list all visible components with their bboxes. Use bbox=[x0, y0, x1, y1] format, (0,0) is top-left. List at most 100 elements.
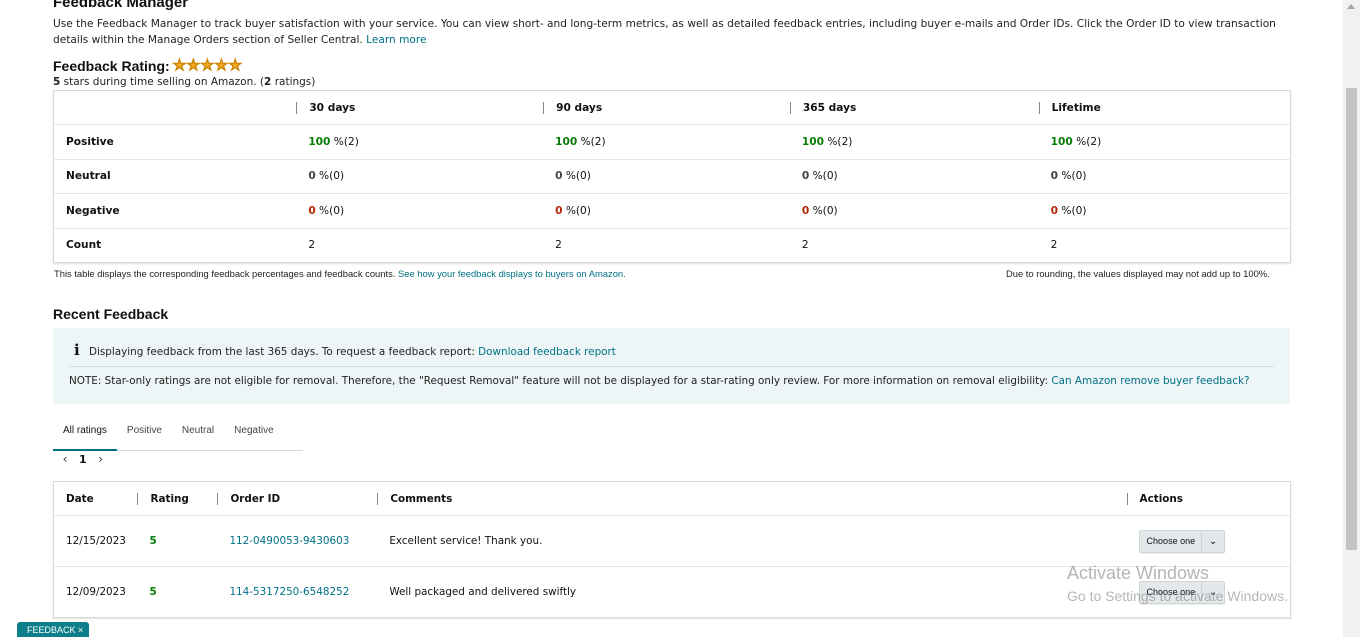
col-comments: Comments bbox=[377, 482, 1126, 516]
order-id-link[interactable]: 114-5317250-6548252 bbox=[229, 586, 349, 598]
order-id-cell: 112-0490053-9430603 bbox=[217, 515, 378, 567]
info-text: Displaying feedback from the last 365 da… bbox=[89, 346, 475, 358]
feedback-tab-button[interactable]: FEEDBACK × bbox=[17, 622, 90, 637]
metrics-row-negative: Negative 0 %(0) 0 %(0) 0 %(0) 0 %(0) bbox=[53, 193, 1291, 228]
activate-windows-subtitle: Go to Settings to activate Windows. bbox=[1067, 588, 1288, 604]
col-rating-label: Rating bbox=[137, 492, 217, 505]
tab-positive[interactable]: Positive bbox=[117, 413, 172, 451]
chevron-down-icon: ⌄ bbox=[1208, 535, 1218, 547]
feedback-rating-heading: Feedback Rating: ★ ★ ★ ★ ★ bbox=[53, 58, 242, 74]
col-date-label: Date bbox=[66, 492, 94, 505]
tab-all-ratings[interactable]: All ratings bbox=[53, 413, 117, 451]
page-title: Feedback Manager bbox=[53, 0, 189, 11]
metrics-cell: 0 %(0) bbox=[789, 193, 1039, 228]
feedback-rating: 5 bbox=[137, 566, 218, 618]
page-number[interactable]: 1 bbox=[79, 453, 87, 466]
metrics-row-label: Negative bbox=[53, 193, 297, 228]
feedback-comment: Excellent service! Thank you. bbox=[377, 515, 1127, 567]
col-order-label: Order ID bbox=[217, 492, 377, 505]
metrics-cell: 2 bbox=[789, 227, 1039, 263]
metrics-count: %(2) bbox=[1072, 135, 1102, 148]
rating-summary: 5 stars during time selling on Amazon. (… bbox=[53, 76, 315, 88]
scroll-up-arrow-icon[interactable] bbox=[1347, 4, 1355, 9]
vertical-scrollbar[interactable] bbox=[1343, 0, 1360, 637]
feedback-date: 12/09/2023 bbox=[53, 566, 138, 618]
metrics-count: %(0) bbox=[1058, 204, 1087, 217]
info-icon: i bbox=[74, 341, 80, 359]
feedback-metrics-table: 30 days 90 days 365 days Lifetime Positi… bbox=[53, 90, 1291, 263]
star-icon: ★ bbox=[214, 57, 229, 74]
info-divider bbox=[69, 366, 1274, 367]
col-rating: Rating bbox=[137, 482, 217, 516]
intro-body: Use the Feedback Manager to track buyer … bbox=[53, 18, 1276, 46]
actions-dropdown[interactable]: Choose one ⌄ bbox=[1138, 529, 1226, 553]
metrics-count: %(0) bbox=[315, 204, 345, 217]
metrics-cell: 2 bbox=[1038, 227, 1291, 263]
metrics-col-90: 90 days bbox=[543, 91, 790, 125]
metrics-cell: 0 %(0) bbox=[543, 158, 790, 194]
intro-text: Use the Feedback Manager to track buyer … bbox=[53, 17, 1293, 48]
buyer-display-link[interactable]: See how your feedback displays to buyers… bbox=[398, 268, 626, 279]
metrics-count: %(0) bbox=[809, 170, 838, 183]
col-comments-label: Comments bbox=[377, 492, 1126, 505]
metrics-col-label: 90 days bbox=[543, 101, 790, 114]
star-icon: ★ bbox=[228, 57, 242, 74]
stars-text: stars during time selling on Amazon. ( bbox=[60, 76, 265, 88]
metrics-count: %(0) bbox=[809, 204, 838, 217]
metrics-pct: 0 bbox=[308, 204, 316, 217]
chevron-right-icon[interactable]: › bbox=[94, 452, 108, 466]
metrics-count: %(0) bbox=[562, 204, 591, 217]
metrics-row-neutral: Neutral 0 %(0) 0 %(0) 0 %(0) 0 %(0) bbox=[53, 158, 1291, 194]
rounding-note: Due to rounding, the values displayed ma… bbox=[1006, 268, 1270, 279]
metrics-pct: 0 bbox=[308, 170, 316, 183]
metrics-cell: 0 %(0) bbox=[296, 158, 544, 194]
rating-filter-tabs: All ratings Positive Neutral Negative bbox=[53, 413, 303, 451]
learn-more-link[interactable]: Learn more bbox=[366, 34, 426, 46]
metrics-pct: 100 bbox=[801, 135, 824, 148]
col-order-id: Order ID bbox=[217, 482, 377, 516]
metrics-col-30: 30 days bbox=[296, 91, 543, 125]
metrics-pct: 100 bbox=[1050, 135, 1073, 148]
metrics-row-count: Count 2 2 2 2 bbox=[53, 227, 1291, 263]
ratings-suffix: ratings) bbox=[271, 76, 316, 88]
metrics-row-label: Neutral bbox=[53, 158, 297, 194]
order-id-link[interactable]: 112-0490053-9430603 bbox=[229, 535, 349, 547]
col-actions-label: Actions bbox=[1126, 492, 1290, 505]
metrics-count: %(0) bbox=[315, 170, 345, 183]
actions-cell: Choose one ⌄ bbox=[1126, 515, 1291, 567]
metrics-cell: 100 %(2) bbox=[296, 124, 544, 159]
metrics-cell: 100 %(2) bbox=[1038, 124, 1291, 159]
metrics-col-label: 365 days bbox=[789, 101, 1039, 114]
metrics-note-text: This table displays the corresponding fe… bbox=[54, 268, 396, 279]
actions-dropdown-label: Choose one bbox=[1140, 530, 1203, 552]
metrics-cell: 100 %(2) bbox=[789, 124, 1039, 159]
metrics-count: %(2) bbox=[824, 135, 853, 148]
scrollbar-thumb[interactable] bbox=[1346, 88, 1357, 550]
metrics-col-lifetime: Lifetime bbox=[1038, 91, 1291, 125]
metrics-row-label: Positive bbox=[53, 124, 297, 159]
feedback-header-row: Date Rating Order ID Comments Actions bbox=[54, 482, 1291, 516]
activate-windows-title: Activate Windows bbox=[1067, 563, 1210, 583]
info-message: Displaying feedback from the last 365 da… bbox=[89, 346, 616, 358]
feedback-rating-label: Feedback Rating: bbox=[53, 58, 170, 74]
metrics-row-positive: Positive 100 %(2) 100 %(2) 100 %(2) 100 … bbox=[53, 124, 1291, 159]
metrics-cell: 100 %(2) bbox=[543, 124, 790, 159]
metrics-col-label: Lifetime bbox=[1038, 101, 1290, 114]
feedback-rating: 5 bbox=[137, 515, 218, 567]
metrics-note: This table displays the corresponding fe… bbox=[54, 268, 626, 279]
feedback-comment: Well packaged and delivered swiftly bbox=[377, 566, 1127, 618]
download-report-link[interactable]: Download feedback report bbox=[478, 346, 616, 358]
metrics-cell: 2 bbox=[296, 227, 544, 263]
removal-eligibility-link[interactable]: Can Amazon remove buyer feedback? bbox=[1051, 375, 1249, 387]
close-icon[interactable]: × bbox=[78, 625, 83, 635]
tab-neutral[interactable]: Neutral bbox=[172, 413, 224, 451]
metrics-pct: 100 bbox=[555, 135, 578, 148]
metrics-count: %(2) bbox=[577, 135, 606, 148]
removal-note: NOTE: Star-only ratings are not eligible… bbox=[69, 375, 1250, 387]
info-box: i Displaying feedback from the last 365 … bbox=[53, 328, 1290, 404]
metrics-count: %(0) bbox=[562, 170, 591, 183]
metrics-count: %(0) bbox=[1058, 170, 1087, 183]
tab-negative[interactable]: Negative bbox=[224, 413, 283, 451]
chevron-left-icon[interactable]: ‹ bbox=[58, 452, 72, 466]
metrics-row-label: Count bbox=[53, 227, 297, 263]
